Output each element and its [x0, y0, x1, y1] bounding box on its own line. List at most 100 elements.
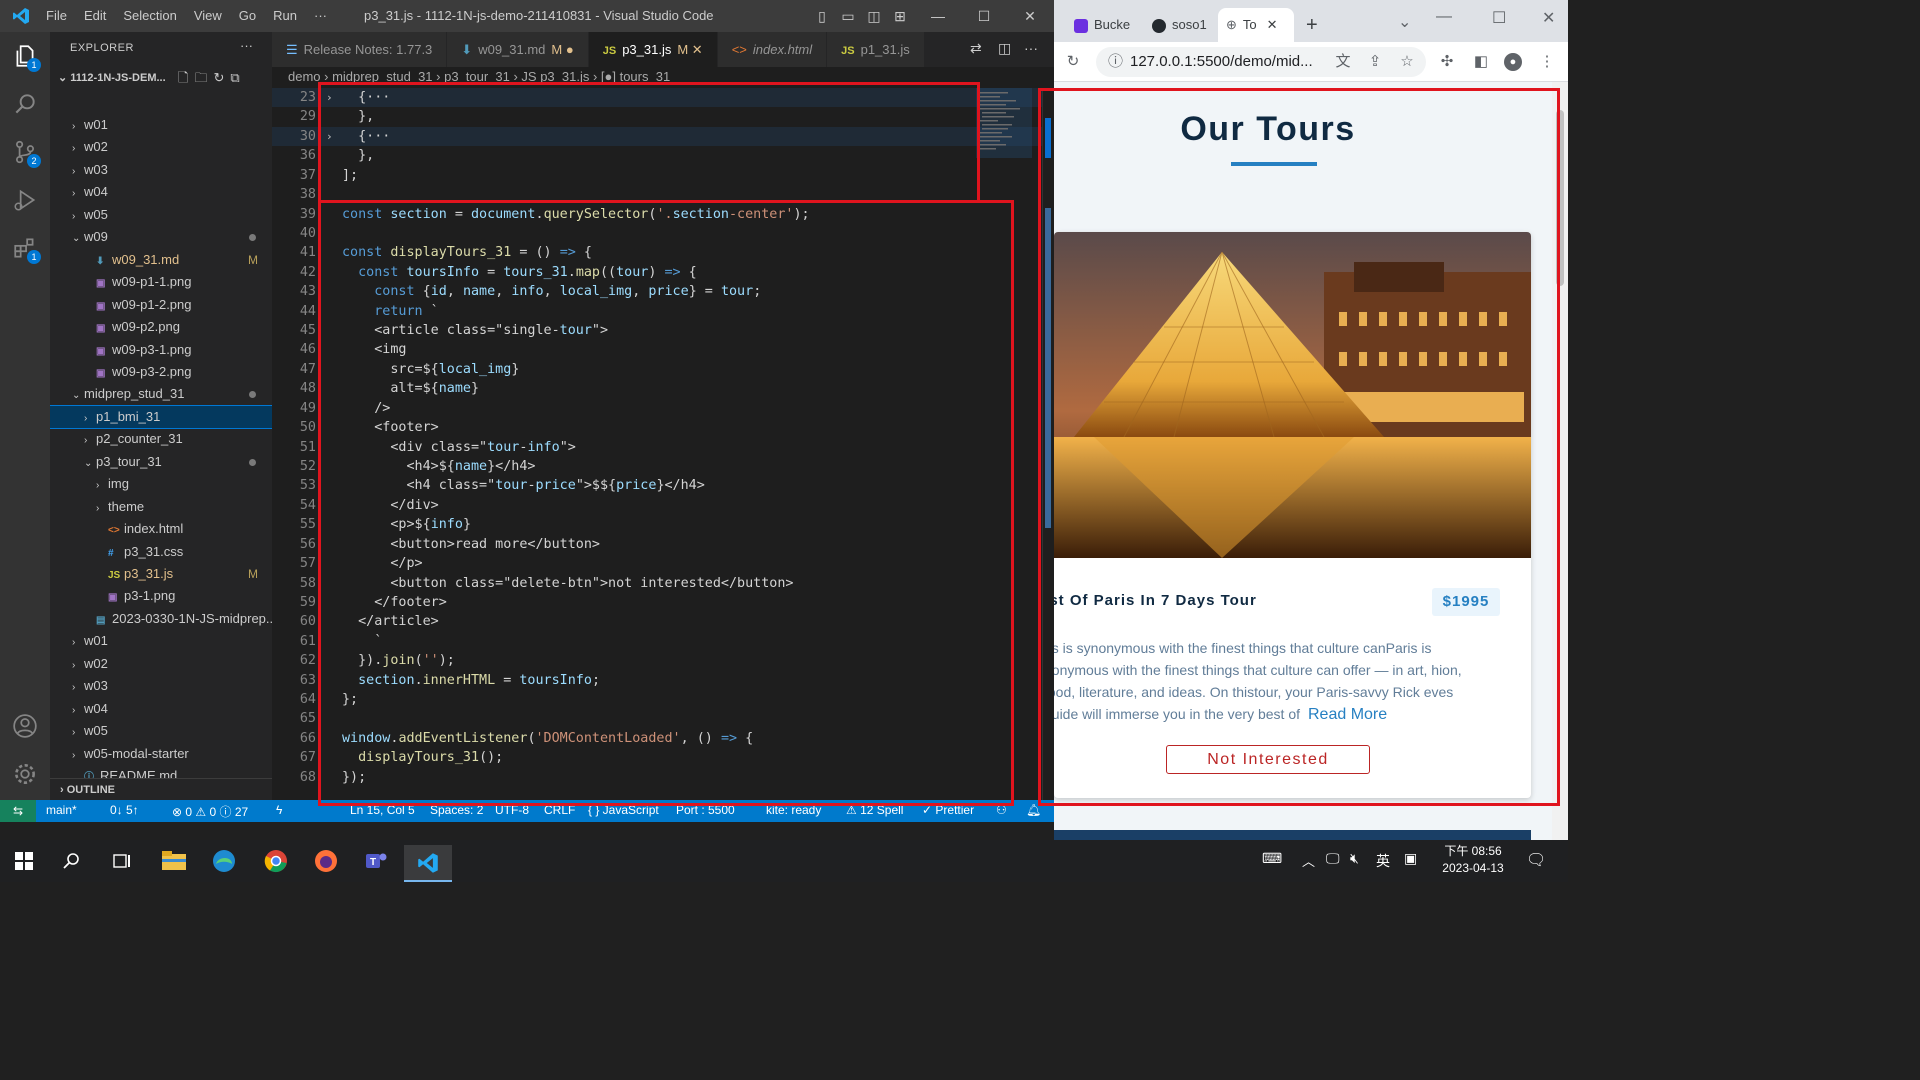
status-branch[interactable]: main*	[46, 803, 77, 817]
tree-folder-item[interactable]: › w04	[50, 698, 272, 720]
minimize-icon[interactable]: —	[928, 6, 948, 26]
bookmark-star-icon[interactable]: ☆	[1398, 53, 1416, 71]
maximize-icon[interactable]: ☐	[974, 6, 994, 26]
side-panel-icon[interactable]: ◧	[1472, 53, 1490, 71]
status-lightning-icon[interactable]: ϟ	[276, 803, 282, 817]
tree-folder-item[interactable]: › w05	[50, 720, 272, 742]
browser-tab-tours[interactable]: ⊕ To ✕	[1218, 8, 1294, 42]
tree-file-item[interactable]: ▣ w09-p1-1.png	[50, 271, 272, 293]
tree-folder-item[interactable]: › w02	[50, 136, 272, 158]
tree-folder-item[interactable]: › w05-modal-starter	[50, 743, 272, 765]
tree-file-item[interactable]: ▣ p3-1.png	[50, 585, 272, 607]
tree-folder-item[interactable]: › w04	[50, 181, 272, 203]
settings-gear-icon[interactable]	[0, 750, 50, 798]
source-control-icon[interactable]: 2	[0, 128, 50, 176]
tree-folder-item[interactable]: › w05	[50, 204, 272, 226]
tree-file-item[interactable]: ▣ w09-p2.png	[50, 316, 272, 338]
tree-file-item[interactable]: ⬇ w09_31.md M	[50, 249, 272, 271]
account-icon[interactable]	[0, 702, 50, 750]
tree-folder-item[interactable]: › theme	[50, 496, 272, 518]
menu-go[interactable]: Go	[239, 8, 256, 23]
start-windows-icon[interactable]	[2, 845, 46, 877]
tree-folder-item[interactable]: › p1_bmi_31	[50, 404, 272, 429]
network-icon[interactable]: 🖵	[1326, 850, 1340, 867]
menu-more[interactable]: ···	[314, 8, 327, 23]
tree-folder-item[interactable]: ⌄ p3_tour_31	[50, 451, 272, 473]
new-tab-icon[interactable]: +	[1306, 14, 1318, 37]
tree-file-item[interactable]: JS p3_31.js M	[50, 563, 272, 585]
chrome-browser-icon[interactable]	[254, 845, 298, 877]
tree-folder-item[interactable]: › w01	[50, 114, 272, 136]
status-sync[interactable]: 0↓ 5↑	[110, 803, 139, 817]
taskbar-search-icon[interactable]	[50, 845, 94, 877]
tree-folder-item[interactable]: ⌄ midprep_stud_31	[50, 383, 272, 405]
tab-close-icon[interactable]: ✕	[1267, 17, 1278, 32]
menu-view[interactable]: View	[194, 8, 222, 23]
explorer-actions-icons[interactable]: 🗋🗀↻⧉	[178, 69, 246, 91]
menu-selection[interactable]: Selection	[123, 8, 176, 23]
editor-tab[interactable]: JS p1_31.js	[827, 32, 925, 67]
edge-browser-icon[interactable]	[202, 845, 246, 877]
editor-tab[interactable]: <> index.html	[717, 32, 828, 67]
tree-folder-item[interactable]: › w03	[50, 159, 272, 181]
editor-more-icon[interactable]: ···	[1024, 40, 1038, 56]
firefox-icon[interactable]	[304, 845, 348, 877]
remote-indicator-icon[interactable]: ⇆	[0, 800, 36, 822]
taskbar-clock[interactable]: 下午 08:56 2023-04-13	[1428, 843, 1518, 877]
search-icon[interactable]	[0, 80, 50, 128]
customize-layout-icon[interactable]: ⊞	[890, 6, 910, 26]
task-view-icon[interactable]	[100, 845, 144, 877]
menu-run[interactable]: Run	[273, 8, 297, 23]
ime-mode-icon[interactable]: ▣	[1404, 850, 1417, 867]
tree-folder-item[interactable]: ⌄ w09	[50, 226, 272, 248]
tree-file-item[interactable]: ▤ 2023-0330-1N-JS-midprep...	[50, 608, 272, 630]
teams-icon[interactable]: T	[354, 845, 398, 877]
extensions-puzzle-icon[interactable]: ✣	[1438, 53, 1456, 71]
menu-file[interactable]: File	[46, 8, 67, 23]
volume-muted-icon[interactable]: 🔇︎	[1350, 850, 1359, 867]
tree-folder-item[interactable]: › w02	[50, 653, 272, 675]
editor-tab[interactable]: JS p3_31.js M ✕	[588, 32, 718, 67]
tree-folder-item[interactable]: › p2_counter_31	[50, 428, 272, 450]
outline-section[interactable]: › OUTLINE	[50, 778, 272, 800]
translate-icon[interactable]: 文	[1334, 53, 1352, 71]
vscode-taskbar-icon[interactable]	[404, 845, 452, 882]
close-icon[interactable]: ✕	[1020, 6, 1040, 26]
tab-status-marker[interactable]: M ●	[551, 42, 573, 57]
notification-center-icon[interactable]: 🗨︎	[1526, 850, 1546, 870]
tree-file-item[interactable]: ▣ w09-p3-1.png	[50, 339, 272, 361]
profile-avatar-icon[interactable]: ●	[1504, 53, 1522, 71]
browser-tab-github[interactable]: soso1	[1152, 8, 1222, 42]
toggle-sidebar-icon[interactable]: ▯	[812, 6, 832, 26]
file-explorer-icon[interactable]	[152, 845, 196, 877]
tree-file-item[interactable]: # p3_31.css	[50, 541, 272, 563]
share-icon[interactable]: ⇪	[1366, 53, 1384, 71]
tree-folder-item[interactable]: › w01	[50, 630, 272, 652]
reload-icon[interactable]: ↻	[1064, 53, 1082, 71]
ime-indicator[interactable]: 英	[1376, 851, 1390, 871]
tree-file-item[interactable]: <> index.html	[50, 518, 272, 540]
extensions-icon[interactable]: 1	[0, 224, 50, 272]
compare-changes-icon[interactable]: ⇄	[970, 40, 982, 57]
minimap[interactable]	[976, 88, 1032, 188]
status-problems[interactable]: ⊗ 0 ⚠ 0 ⓘ 27	[172, 803, 248, 820]
tree-file-item[interactable]: ▣ w09-p3-2.png	[50, 361, 272, 383]
editor-tab[interactable]: ☰ Release Notes: 1.77.3	[272, 32, 448, 67]
toggle-panel-icon[interactable]: ▭	[838, 6, 858, 26]
show-hidden-icons-chevron-up-icon[interactable]: ︿	[1302, 851, 1315, 870]
toggle-secondary-sidebar-icon[interactable]: ◫	[864, 6, 884, 26]
explorer-more-icon[interactable]: ···	[240, 38, 253, 53]
editor-tab[interactable]: ⬇ w09_31.md M ●	[447, 32, 589, 67]
browser-menu-icon[interactable]: ⋮	[1538, 53, 1556, 71]
explorer-icon[interactable]: 1	[0, 32, 50, 80]
browser-minimize-icon[interactable]: —	[1436, 8, 1452, 26]
tree-file-item[interactable]: ▣ w09-p1-2.png	[50, 294, 272, 316]
menu-edit[interactable]: Edit	[84, 8, 106, 23]
split-editor-icon[interactable]: ◫	[998, 40, 1011, 57]
run-debug-icon[interactable]	[0, 176, 50, 224]
tree-folder-item[interactable]: › img	[50, 473, 272, 495]
browser-tab-bucket[interactable]: Bucke	[1074, 8, 1144, 42]
tab-status-marker[interactable]: M ✕	[677, 42, 702, 57]
tree-folder-item[interactable]: › w03	[50, 675, 272, 697]
browser-maximize-icon[interactable]: ☐	[1492, 8, 1506, 28]
